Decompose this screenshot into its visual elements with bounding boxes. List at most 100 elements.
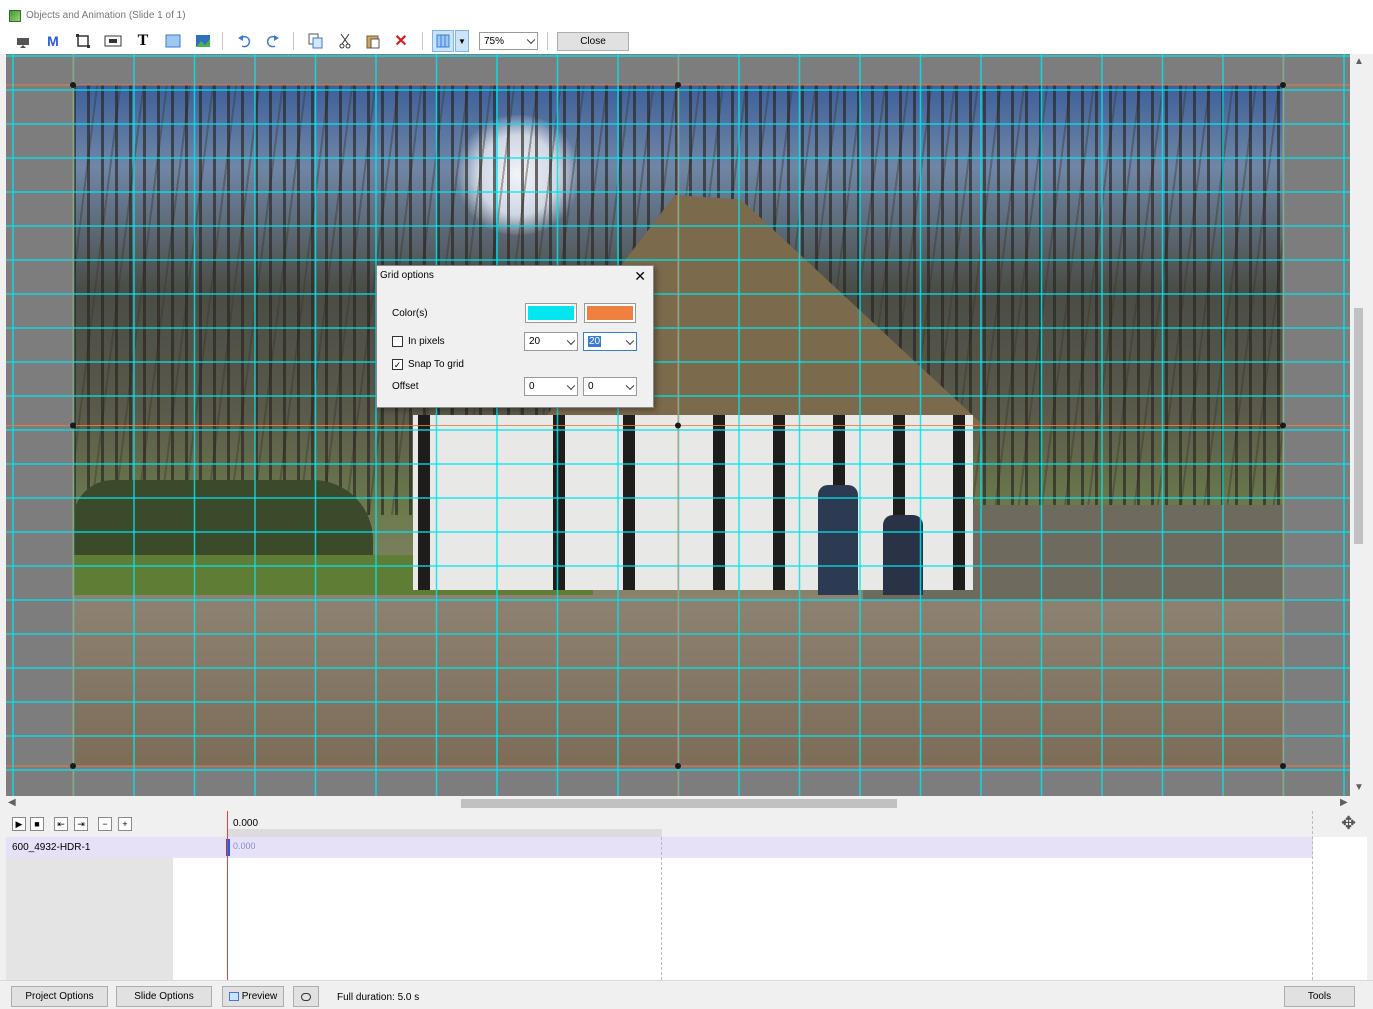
copy-icon[interactable] xyxy=(305,30,327,52)
project-options-button[interactable]: Project Options xyxy=(11,986,108,1007)
app-icon xyxy=(9,10,21,22)
camera-icon[interactable] xyxy=(12,30,34,52)
chevron-down-icon xyxy=(566,336,576,345)
scroll-right-icon[interactable]: ▶ xyxy=(1340,797,1348,808)
text-icon[interactable]: T xyxy=(132,30,154,52)
secondary-color-swatch[interactable] xyxy=(584,303,636,323)
window-title: Objects and Animation (Slide 1 of 1) xyxy=(26,10,186,21)
stop-icon[interactable]: ■ xyxy=(30,817,44,831)
selection-handle[interactable] xyxy=(675,422,681,429)
slide-duration-bar xyxy=(228,829,662,837)
plus-icon[interactable]: + xyxy=(118,817,132,831)
offset-y-value: 0 xyxy=(588,381,594,392)
move-icon[interactable]: ✥ xyxy=(1341,813,1356,834)
selection-handle[interactable] xyxy=(675,763,681,769)
checkmark-icon: ✓ xyxy=(393,360,402,370)
timeline-ruler[interactable]: 0.000 xyxy=(173,811,1313,837)
close-icon[interactable]: ✕ xyxy=(634,268,646,285)
tools-button[interactable]: Tools xyxy=(1284,986,1355,1007)
scroll-left-icon[interactable]: ◀ xyxy=(8,797,16,808)
playhead-line[interactable] xyxy=(227,811,228,980)
grid-x-value: 20 xyxy=(529,336,541,347)
selection-handle[interactable] xyxy=(70,763,76,769)
track-time: 0.000 xyxy=(233,841,256,851)
track-row[interactable]: 0.000 xyxy=(173,837,1313,858)
toolbar: M T ✕ ▼ 75% Close xyxy=(0,28,1373,54)
primary-color-swatch[interactable] xyxy=(525,303,577,323)
ruler-start-time: 0.000 xyxy=(233,818,259,829)
undo-icon[interactable] xyxy=(233,30,255,52)
horizontal-scrollbar[interactable]: ◀ ▶ xyxy=(6,796,1350,811)
grid-y-select[interactable]: 20 xyxy=(583,332,637,351)
grid-x-select[interactable]: 20 xyxy=(524,332,578,351)
selection-handle[interactable] xyxy=(70,82,76,88)
rectangle-icon[interactable] xyxy=(162,30,184,52)
zoom-select[interactable]: 75% xyxy=(479,32,538,50)
loop-button[interactable] xyxy=(293,986,319,1007)
dialog-title: Grid options xyxy=(380,270,434,281)
selection-handle[interactable] xyxy=(70,422,76,429)
offset-label: Offset xyxy=(392,381,419,392)
toolbar-separator xyxy=(547,32,548,50)
chevron-down-icon xyxy=(625,336,635,345)
in-pixels-label: In pixels xyxy=(408,336,445,347)
offset-y-select[interactable]: 0 xyxy=(583,377,637,396)
next-icon[interactable]: ⇥ xyxy=(74,817,88,831)
button-icon[interactable] xyxy=(102,30,124,52)
toolbar-separator xyxy=(293,32,294,50)
toolbar-separator xyxy=(222,32,223,50)
timeline-tracks: 600_4932-HDR-1 0.000 xyxy=(6,811,1367,980)
snap-to-grid-label: Snap To grid xyxy=(408,359,464,370)
mask-icon[interactable]: M xyxy=(42,30,64,52)
toolbar-separator xyxy=(422,32,423,50)
horizontal-scroll-thumb[interactable] xyxy=(461,799,897,808)
zoom-value: 75% xyxy=(484,35,505,47)
offset-x-value: 0 xyxy=(529,381,535,392)
preview-button[interactable]: Preview xyxy=(222,986,284,1007)
delete-icon[interactable]: ✕ xyxy=(390,30,412,52)
frame-icon[interactable] xyxy=(72,30,94,52)
close-button[interactable]: Close xyxy=(557,32,629,51)
prev-icon[interactable]: ⇤ xyxy=(54,817,68,831)
selection-handle[interactable] xyxy=(675,82,681,88)
grid-icon[interactable] xyxy=(432,30,454,52)
vertical-scrollbar[interactable]: ▲ ▼ xyxy=(1350,54,1367,796)
in-pixels-checkbox[interactable] xyxy=(392,336,403,347)
timeline-controls: ▶ ■ ⇤ ⇥ − + xyxy=(6,811,173,837)
selection-handle[interactable] xyxy=(1280,422,1286,429)
scroll-up-icon[interactable]: ▲ xyxy=(1354,56,1364,67)
grid-options-dropdown[interactable]: ▼ xyxy=(455,30,469,52)
grid-options-dialog: Grid options ✕ Color(s) In pixels 20 20 … xyxy=(376,265,654,408)
slide-canvas[interactable] xyxy=(6,54,1350,796)
chevron-down-icon: ▼ xyxy=(458,36,466,46)
title-bar: Objects and Animation (Slide 1 of 1) xyxy=(0,0,1373,28)
colors-label: Color(s) xyxy=(392,308,428,319)
selection-handle[interactable] xyxy=(1280,763,1286,769)
grid-y-value: 20 xyxy=(588,336,602,347)
status-bar: Project Options Slide Options Preview Fu… xyxy=(0,980,1373,1009)
minus-icon[interactable]: − xyxy=(98,817,112,831)
vertical-scroll-thumb[interactable] xyxy=(1354,308,1363,544)
full-duration: Full duration: 5.0 s xyxy=(337,992,420,1003)
play-icon[interactable]: ▶ xyxy=(12,817,26,831)
scroll-down-icon[interactable]: ▼ xyxy=(1354,782,1364,793)
chevron-down-icon xyxy=(566,381,576,390)
preview-label: Preview xyxy=(241,991,278,1002)
slide-end-marker xyxy=(661,837,662,980)
slide-options-button[interactable]: Slide Options xyxy=(116,986,212,1007)
image-icon[interactable] xyxy=(192,30,214,52)
grid-overlay xyxy=(6,54,1350,796)
snap-to-grid-checkbox[interactable]: ✓ xyxy=(392,359,403,370)
timeline-end-marker xyxy=(1312,811,1313,980)
chevron-down-icon xyxy=(625,381,635,390)
cut-icon[interactable] xyxy=(334,30,356,52)
offset-x-select[interactable]: 0 xyxy=(524,377,578,396)
track-names-pane xyxy=(6,837,173,980)
selection-handle[interactable] xyxy=(1280,82,1286,88)
chevron-down-icon xyxy=(526,35,536,45)
paste-icon[interactable] xyxy=(362,30,384,52)
loop-icon xyxy=(301,992,311,1001)
redo-icon[interactable] xyxy=(262,30,284,52)
preview-icon xyxy=(228,992,239,1001)
track-name[interactable]: 600_4932-HDR-1 xyxy=(6,837,173,858)
